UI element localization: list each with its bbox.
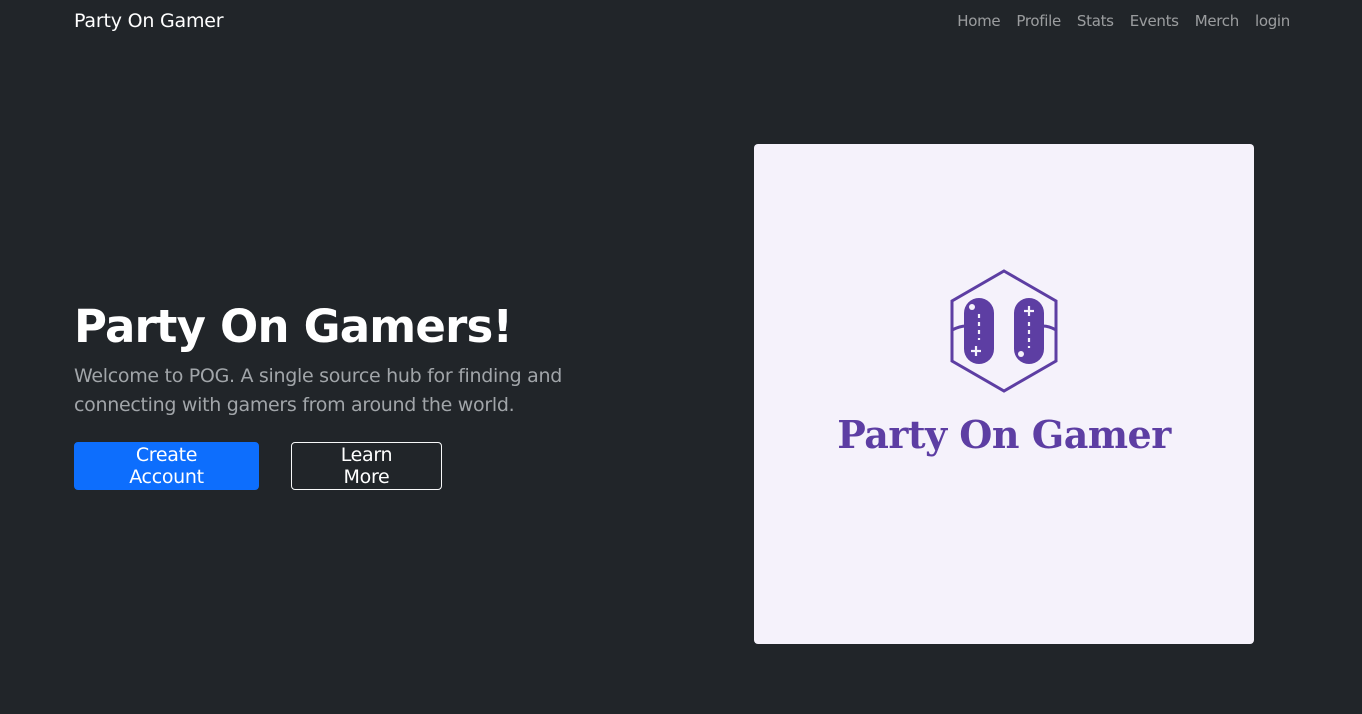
learn-more-button[interactable]: Learn More: [291, 442, 442, 490]
hero-actions: Create Account Learn More: [74, 442, 674, 490]
nav-link-events[interactable]: Events: [1130, 12, 1179, 30]
nav-link-stats[interactable]: Stats: [1077, 12, 1114, 30]
logo-card: Party On Gamer: [754, 144, 1254, 644]
hero-title: Party On Gamers!: [74, 300, 513, 353]
nav-link-home[interactable]: Home: [957, 12, 1000, 30]
gamepad-hexagon-icon: [950, 269, 1058, 393]
nav-link-profile[interactable]: Profile: [1016, 12, 1061, 30]
logo-text: Party On Gamer: [837, 412, 1171, 457]
hero-section: Party On Gamers! Welcome to POG. A singl…: [74, 298, 674, 490]
hero-lead: Welcome to POG. A single source hub for …: [74, 365, 563, 416]
navbar-brand[interactable]: Party On Gamer: [74, 10, 224, 32]
nav-links: Home Profile Stats Events Merch login: [957, 12, 1290, 30]
nav-link-merch[interactable]: Merch: [1195, 12, 1240, 30]
nav-link-login[interactable]: login: [1255, 12, 1290, 30]
navbar: Party On Gamer Home Profile Stats Events…: [0, 0, 1362, 42]
create-account-button[interactable]: Create Account: [74, 442, 259, 490]
